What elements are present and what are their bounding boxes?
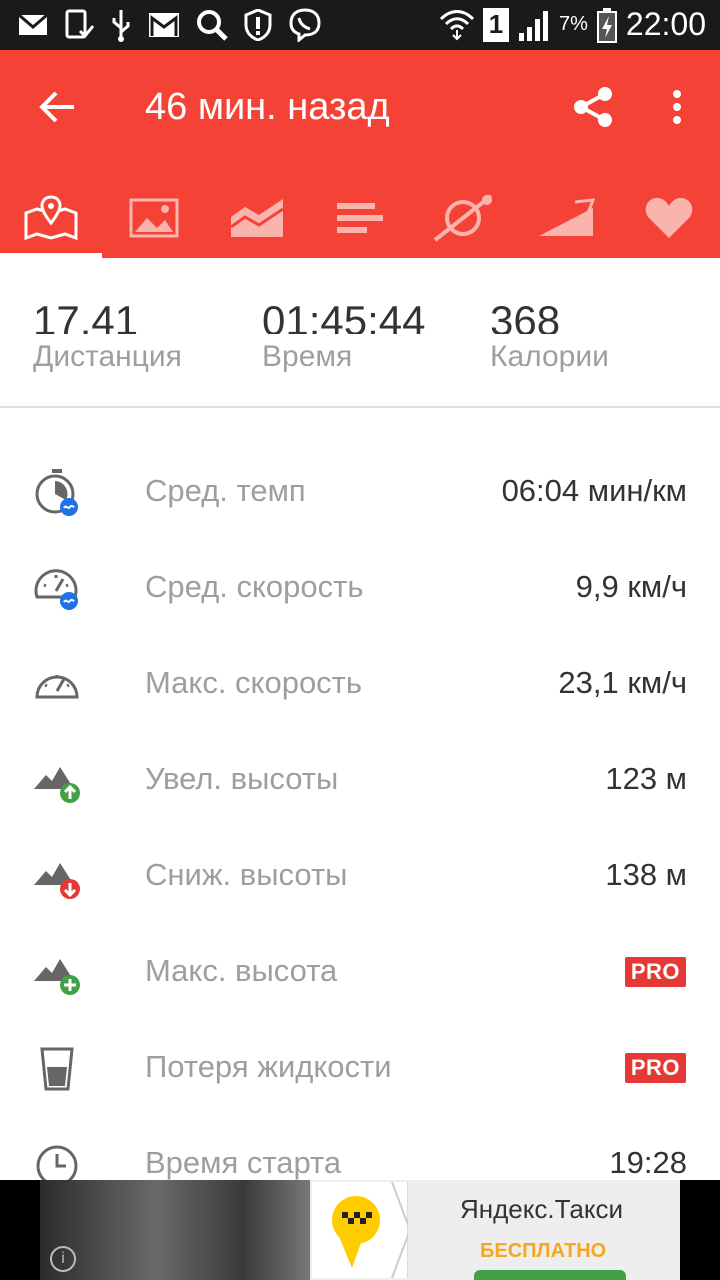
list-item: Увел. высоты 123 м (0, 731, 720, 827)
heart-icon (645, 198, 693, 238)
row-value: 06:04 мин/км (501, 473, 687, 508)
tab-photos[interactable] (103, 178, 205, 258)
tab-chart[interactable] (206, 178, 308, 258)
fluid-loss-icon (40, 1047, 74, 1091)
battery-percent: 7% (559, 13, 588, 35)
row-label: Увел. высоты (145, 761, 339, 796)
pro-badge[interactable]: PRO (624, 957, 686, 987)
sim-slot-indicator: 1 (483, 7, 510, 42)
route-icon (433, 194, 493, 242)
distance-value: 17.41 (33, 297, 139, 334)
summary-time: 01:45:44 Время (262, 258, 482, 408)
splits-icon (337, 203, 383, 233)
shield-icon (244, 9, 272, 41)
image-icon (129, 198, 179, 238)
list-item: Потеря жидкости PRO (0, 1019, 720, 1115)
elevation-icon (539, 198, 595, 236)
time-value: 01:45:44 (262, 297, 426, 334)
summary-panel: 17.41 Дистанция 01:45:44 Время 368 Калор… (0, 258, 720, 408)
status-bar: 1 7% 22:00 (0, 0, 720, 50)
arrow-back-icon (39, 91, 74, 123)
tab-route[interactable] (412, 178, 514, 258)
row-value: 23,1 км/ч (558, 665, 687, 700)
row-label: Время старта (145, 1145, 342, 1180)
page-title: 46 мин. назад (145, 86, 390, 128)
phone-check-icon (65, 9, 94, 39)
tab-map[interactable] (0, 178, 102, 258)
calories-value: 368 (490, 297, 561, 334)
row-value: 9,9 км/ч (575, 569, 687, 604)
yandex-taxi-logo (312, 1181, 412, 1279)
pro-badge[interactable]: PRO (624, 1053, 686, 1083)
row-value: 19:28 (609, 1145, 687, 1180)
tab-heart[interactable] (618, 178, 720, 258)
map-icon (24, 195, 78, 241)
avg-speed-icon (34, 569, 78, 610)
list-item: Сред. темп 06:04 мин/км (0, 443, 720, 539)
row-label: Сред. темп (145, 473, 306, 508)
time-label: Время (262, 340, 353, 373)
clock-time: 22:00 (625, 6, 706, 42)
more-options-button[interactable] (650, 80, 704, 134)
row-label: Макс. высота (145, 953, 338, 988)
list-item: Макс. высота PRO (0, 923, 720, 1019)
ad-photo (40, 1180, 330, 1280)
elevation-loss-icon (34, 863, 80, 899)
row-value: 138 м (605, 857, 687, 892)
list-item: Сниж. высоты 138 м (0, 827, 720, 923)
gmail-icon (149, 13, 179, 37)
ad-banner[interactable]: i Яндекс.Такси БЕСПЛАТНО (0, 1180, 720, 1280)
row-label: Сниж. высоты (145, 857, 348, 892)
list-item: Сред. скорость 9,9 км/ч (0, 539, 720, 635)
calories-label: Калории (490, 340, 609, 373)
share-button[interactable] (566, 80, 620, 134)
search-icon (197, 10, 228, 41)
share-icon (574, 87, 612, 127)
max-speed-icon (35, 675, 79, 699)
more-vert-icon (673, 90, 681, 124)
summary-distance: 17.41 Дистанция (33, 258, 243, 408)
battery-icon (596, 7, 617, 43)
viber-icon (289, 8, 321, 42)
tab-bar (0, 178, 720, 258)
signal-icon (519, 10, 549, 41)
list-item: Макс. скорость 23,1 км/ч (0, 635, 720, 731)
area-chart-icon (230, 199, 284, 237)
tab-splits[interactable] (309, 178, 411, 258)
app-bar: 46 мин. назад (0, 50, 720, 258)
row-label: Потеря жидкости (145, 1049, 392, 1084)
ad-title: Яндекс.Такси (460, 1194, 624, 1224)
wifi-icon (439, 9, 475, 40)
back-button[interactable] (30, 80, 84, 134)
elevation-gain-icon (34, 767, 80, 803)
summary-calories: 368 Калории (490, 258, 690, 408)
distance-label: Дистанция (33, 340, 182, 373)
usb-icon (112, 10, 130, 42)
max-altitude-icon (34, 959, 80, 995)
avg-pace-icon (35, 469, 78, 516)
ad-cta[interactable]: БЕСПЛАТНО (480, 1240, 606, 1263)
row-label: Сред. скорость (145, 569, 364, 604)
ad-install-button[interactable] (474, 1270, 626, 1280)
mail-icon (18, 13, 48, 35)
row-value: 123 м (605, 761, 687, 796)
row-label: Макс. скорость (145, 665, 363, 700)
taxi-logo-icon (332, 1181, 412, 1279)
ad-info-icon[interactable]: i (50, 1246, 76, 1272)
tab-elevation[interactable] (515, 178, 617, 258)
